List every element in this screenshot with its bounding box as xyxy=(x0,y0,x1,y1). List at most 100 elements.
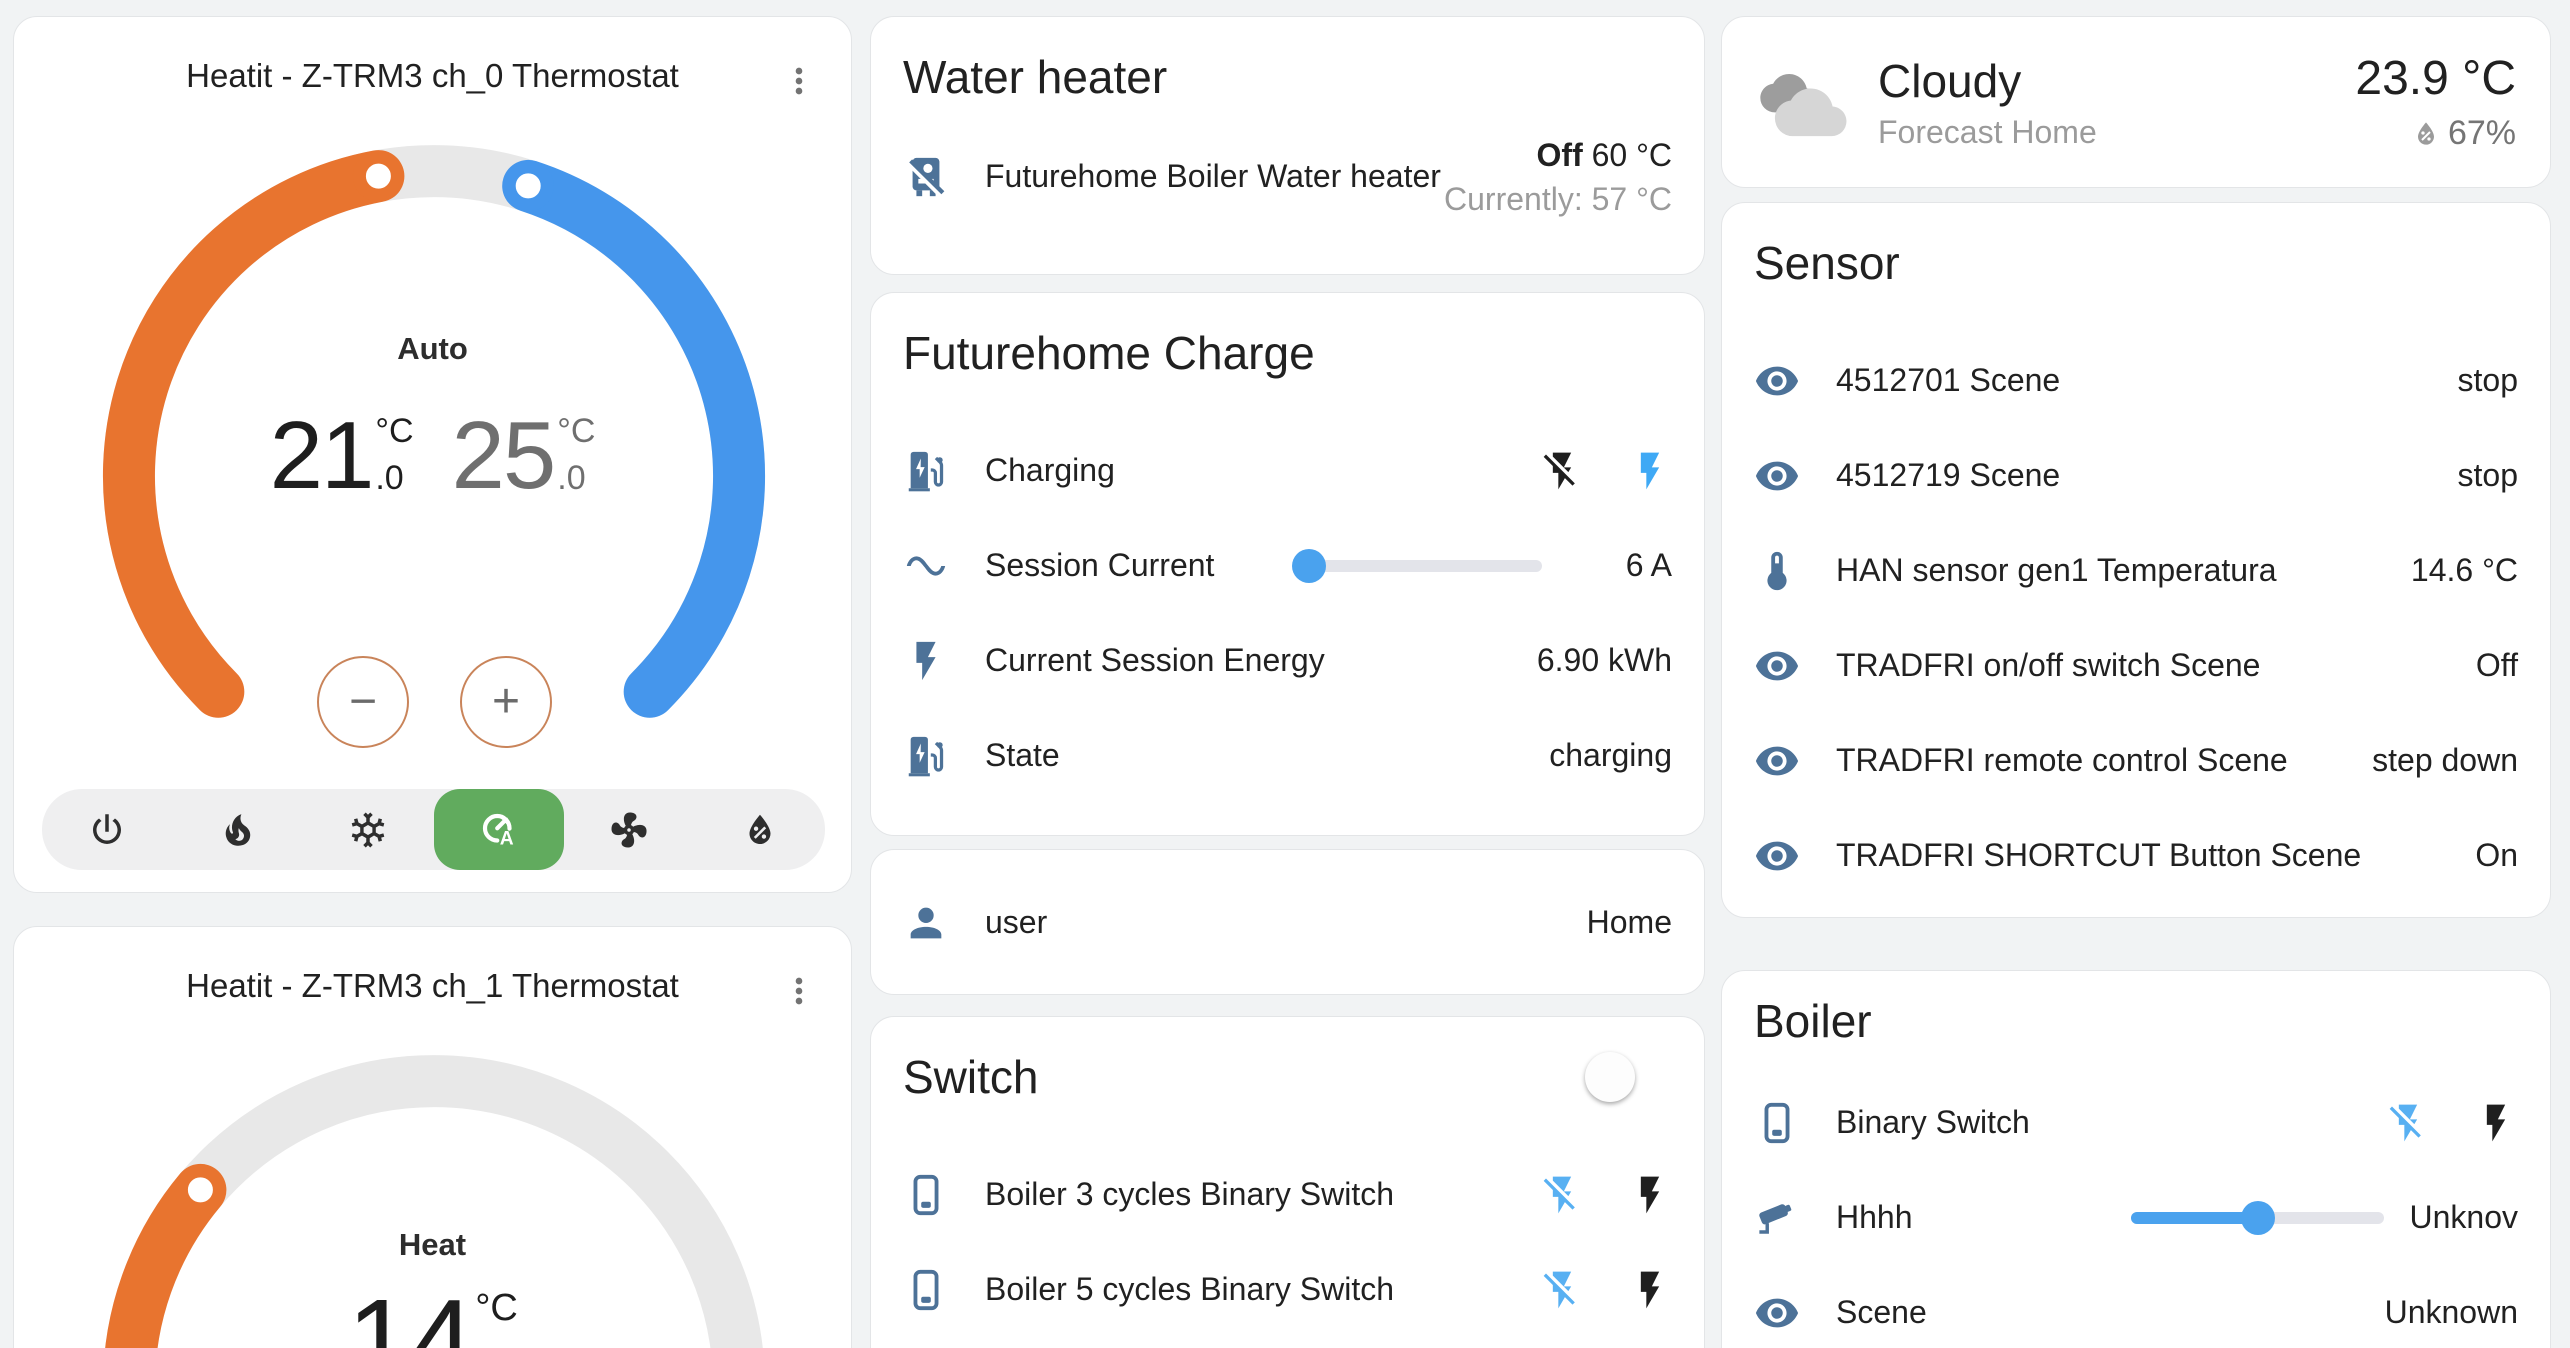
binary-switch-icon xyxy=(903,1267,949,1313)
boiler-3-cycles-row[interactable]: Boiler 3 cycles Binary Switch xyxy=(903,1147,1672,1242)
entity-value: stop xyxy=(2458,362,2518,399)
scene-row[interactable]: Scene Unknown xyxy=(1754,1265,2518,1348)
sensor-row-han-temperature[interactable]: HAN sensor gen1 Temperatura 14.6 °C xyxy=(1754,523,2518,618)
binary-switch-icon xyxy=(903,1172,949,1218)
mode-off-button[interactable] xyxy=(42,789,173,870)
mode-cool-button[interactable] xyxy=(303,789,434,870)
mode-fan-button[interactable] xyxy=(564,789,695,870)
flash-off-icon xyxy=(1540,1268,1584,1312)
switch-card: Switch Boiler 3 cycles Binary Switch Boi… xyxy=(870,1016,1705,1348)
water-heater-row[interactable]: Futurehome Boiler Water heater Off 60 °C… xyxy=(903,129,1672,224)
eye-icon xyxy=(1754,1290,1800,1336)
binary-switch-icon xyxy=(1754,1100,1800,1146)
thermostat-ch1-setpoint: 14 °C xyxy=(14,1285,851,1348)
weather-card[interactable]: Cloudy Forecast Home 23.9 °C 67% xyxy=(1721,16,2551,188)
entity-name: Boiler 5 cycles Binary Switch xyxy=(985,1271,1540,1308)
sensor-row-4512701[interactable]: 4512701 Scene stop xyxy=(1754,333,2518,428)
setpoint-unit: °C xyxy=(475,1287,518,1330)
thermostat-ch1-menu-button[interactable] xyxy=(775,963,823,1019)
entity-state: Off 60 °C Currently: 57 °C xyxy=(1444,133,1672,221)
flash-icon xyxy=(2474,1101,2518,1145)
mode-dry-button[interactable] xyxy=(695,789,826,870)
mode-auto-button[interactable] xyxy=(434,789,565,870)
decrease-temperature-button[interactable]: − xyxy=(317,656,409,748)
switch-card-toggle[interactable] xyxy=(1588,1058,1672,1096)
boiler-card-title: Boiler xyxy=(1754,994,2518,1048)
setpoint-low: 21 °C .0 xyxy=(270,410,414,502)
humidity-icon xyxy=(2410,118,2442,150)
entity-value: step down xyxy=(2372,742,2518,779)
charging-row[interactable]: Charging xyxy=(903,423,1672,518)
weather-subtitle: Forecast Home xyxy=(1878,114,2097,151)
cctv-icon xyxy=(1754,1195,1800,1241)
hvac-mode-row xyxy=(42,789,825,870)
entity-name: Session Current xyxy=(985,547,1294,584)
snowflake-icon xyxy=(347,809,389,851)
entity-name: Futurehome Boiler Water heater xyxy=(985,158,1444,195)
weather-condition: Cloudy xyxy=(1878,54,2097,108)
fire-icon xyxy=(217,809,259,851)
setpoint-high-value: 25 xyxy=(452,410,555,502)
thermostat-ch0-menu-button[interactable] xyxy=(775,53,823,109)
entity-value: stop xyxy=(2458,457,2518,494)
eye-icon xyxy=(1754,738,1800,784)
hhhh-slider[interactable] xyxy=(2131,1199,2384,1237)
flash-off-icon xyxy=(2386,1101,2430,1145)
slider-thumb[interactable] xyxy=(2241,1201,2275,1235)
flash-off-icon xyxy=(1540,1173,1584,1217)
dashboard: Heatit - Z-TRM3 ch_0 Thermostat Auto 21 … xyxy=(0,0,2570,1348)
increase-temperature-button[interactable]: + xyxy=(460,656,552,748)
state-row[interactable]: State charging xyxy=(903,708,1672,803)
account-icon xyxy=(903,900,949,946)
sensor-row-4512719[interactable]: 4512719 Scene stop xyxy=(1754,428,2518,523)
thermostat-card-ch1: Heatit - Z-TRM3 ch_1 Thermostat Heat 14 … xyxy=(13,926,852,1348)
setpoint-low-unit: °C xyxy=(375,412,413,451)
session-current-slider[interactable] xyxy=(1294,547,1542,585)
dial-high-handle[interactable] xyxy=(509,167,547,205)
hhhh-row[interactable]: Hhhh Unknov xyxy=(1754,1170,2518,1265)
sensor-card: Sensor 4512701 Scene stop 4512719 Scene … xyxy=(1721,202,2551,918)
eye-icon xyxy=(1754,643,1800,689)
setpoint-high-unit: °C xyxy=(557,412,595,451)
entity-value: 6 A xyxy=(1562,547,1672,584)
session-current-row[interactable]: Session Current 6 A xyxy=(903,518,1672,613)
session-energy-row[interactable]: Current Session Energy 6.90 kWh xyxy=(903,613,1672,708)
sensor-row-tradfri-onoff[interactable]: TRADFRI on/off switch Scene Off xyxy=(1754,618,2518,713)
power-icon xyxy=(86,809,128,851)
toggle-thumb[interactable] xyxy=(1585,1052,1635,1102)
thermostat-ch0-title: Heatit - Z-TRM3 ch_0 Thermostat xyxy=(14,17,851,95)
dial-handle[interactable] xyxy=(181,1171,219,1209)
entity-value: 6.90 kWh xyxy=(1537,642,1672,679)
entity-name: HAN sensor gen1 Temperatura xyxy=(1836,552,2411,589)
entity-value: Unknov xyxy=(2400,1199,2518,1236)
entity-value: Unknown xyxy=(2385,1294,2518,1331)
entity-value: Off xyxy=(2476,647,2518,684)
entity-name: TRADFRI SHORTCUT Button Scene xyxy=(1836,837,2475,874)
water-boiler-off-icon xyxy=(903,154,949,200)
sensor-row-tradfri-remote[interactable]: TRADFRI remote control Scene step down xyxy=(1754,713,2518,808)
binary-switch-row[interactable]: Binary Switch xyxy=(1754,1075,2518,1170)
weather-temperature: 23.9 °C xyxy=(2355,51,2516,106)
slider-thumb[interactable] xyxy=(1292,549,1326,583)
setpoint-high-decimal: .0 xyxy=(557,459,595,498)
eye-icon xyxy=(1754,833,1800,879)
thermostat-ch1-mode-label: Heat xyxy=(14,1227,851,1263)
flash-icon xyxy=(1628,449,1672,493)
current-ac-icon xyxy=(903,543,949,589)
flash-icon xyxy=(1628,1268,1672,1312)
entity-name: user xyxy=(985,904,1587,941)
setpoint-low-value: 21 xyxy=(270,410,373,502)
user-row[interactable]: user Home xyxy=(903,875,1672,970)
mode-heat-button[interactable] xyxy=(173,789,304,870)
eye-icon xyxy=(1754,453,1800,499)
thermostat-ch0-mode-label: Auto xyxy=(14,331,851,367)
charge-card-title: Futurehome Charge xyxy=(903,326,1672,380)
dial-low-handle[interactable] xyxy=(359,157,397,195)
boiler-5-cycles-row[interactable]: Boiler 5 cycles Binary Switch xyxy=(903,1242,1672,1337)
switch-card-title: Switch xyxy=(903,1050,1588,1104)
entity-name: Boiler 3 cycles Binary Switch xyxy=(985,1176,1540,1213)
dots-vertical-icon xyxy=(779,971,819,1011)
setpoint-high: 25 °C .0 xyxy=(452,410,596,502)
sensor-card-title: Sensor xyxy=(1754,236,2518,290)
sensor-row-tradfri-shortcut[interactable]: TRADFRI SHORTCUT Button Scene On xyxy=(1754,808,2518,903)
